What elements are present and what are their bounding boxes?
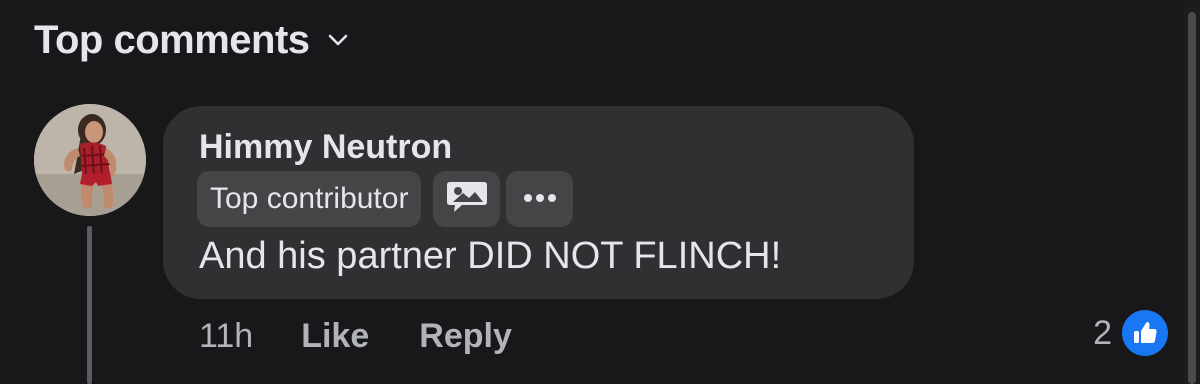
thumbs-up-icon (1122, 310, 1168, 356)
image-speech-bubble-icon (445, 180, 489, 219)
badge-row: Top contributor (197, 171, 579, 227)
image-comment-button[interactable] (433, 171, 501, 227)
reply-button[interactable]: Reply (419, 317, 512, 356)
section-title: Top comments (34, 17, 310, 62)
more-options-button[interactable] (506, 171, 574, 227)
chevron-down-icon (326, 28, 350, 52)
comment-author[interactable]: Himmy Neutron (199, 128, 452, 167)
scrollbar-thumb[interactable] (1188, 12, 1196, 384)
comment-actions: 11h Like Reply (199, 314, 562, 358)
scrollbar[interactable] (1184, 0, 1200, 384)
more-options-icon (522, 190, 558, 208)
like-button[interactable]: Like (301, 317, 369, 356)
comments-panel: Top comments Himmy Neutron Top contribut… (0, 0, 1200, 384)
avatar[interactable] (34, 104, 146, 216)
comment-sort-dropdown[interactable]: Top comments (34, 16, 350, 64)
reaction-summary[interactable]: 2 (1093, 310, 1168, 356)
comment-text: And his partner DID NOT FLINCH! (199, 235, 782, 277)
thread-line (87, 226, 92, 384)
top-contributor-badge[interactable]: Top contributor (197, 171, 422, 227)
reaction-count: 2 (1093, 313, 1112, 352)
comment-bubble: Himmy Neutron Top contributor And his pa… (163, 106, 914, 299)
comment-timestamp[interactable]: 11h (199, 317, 253, 356)
